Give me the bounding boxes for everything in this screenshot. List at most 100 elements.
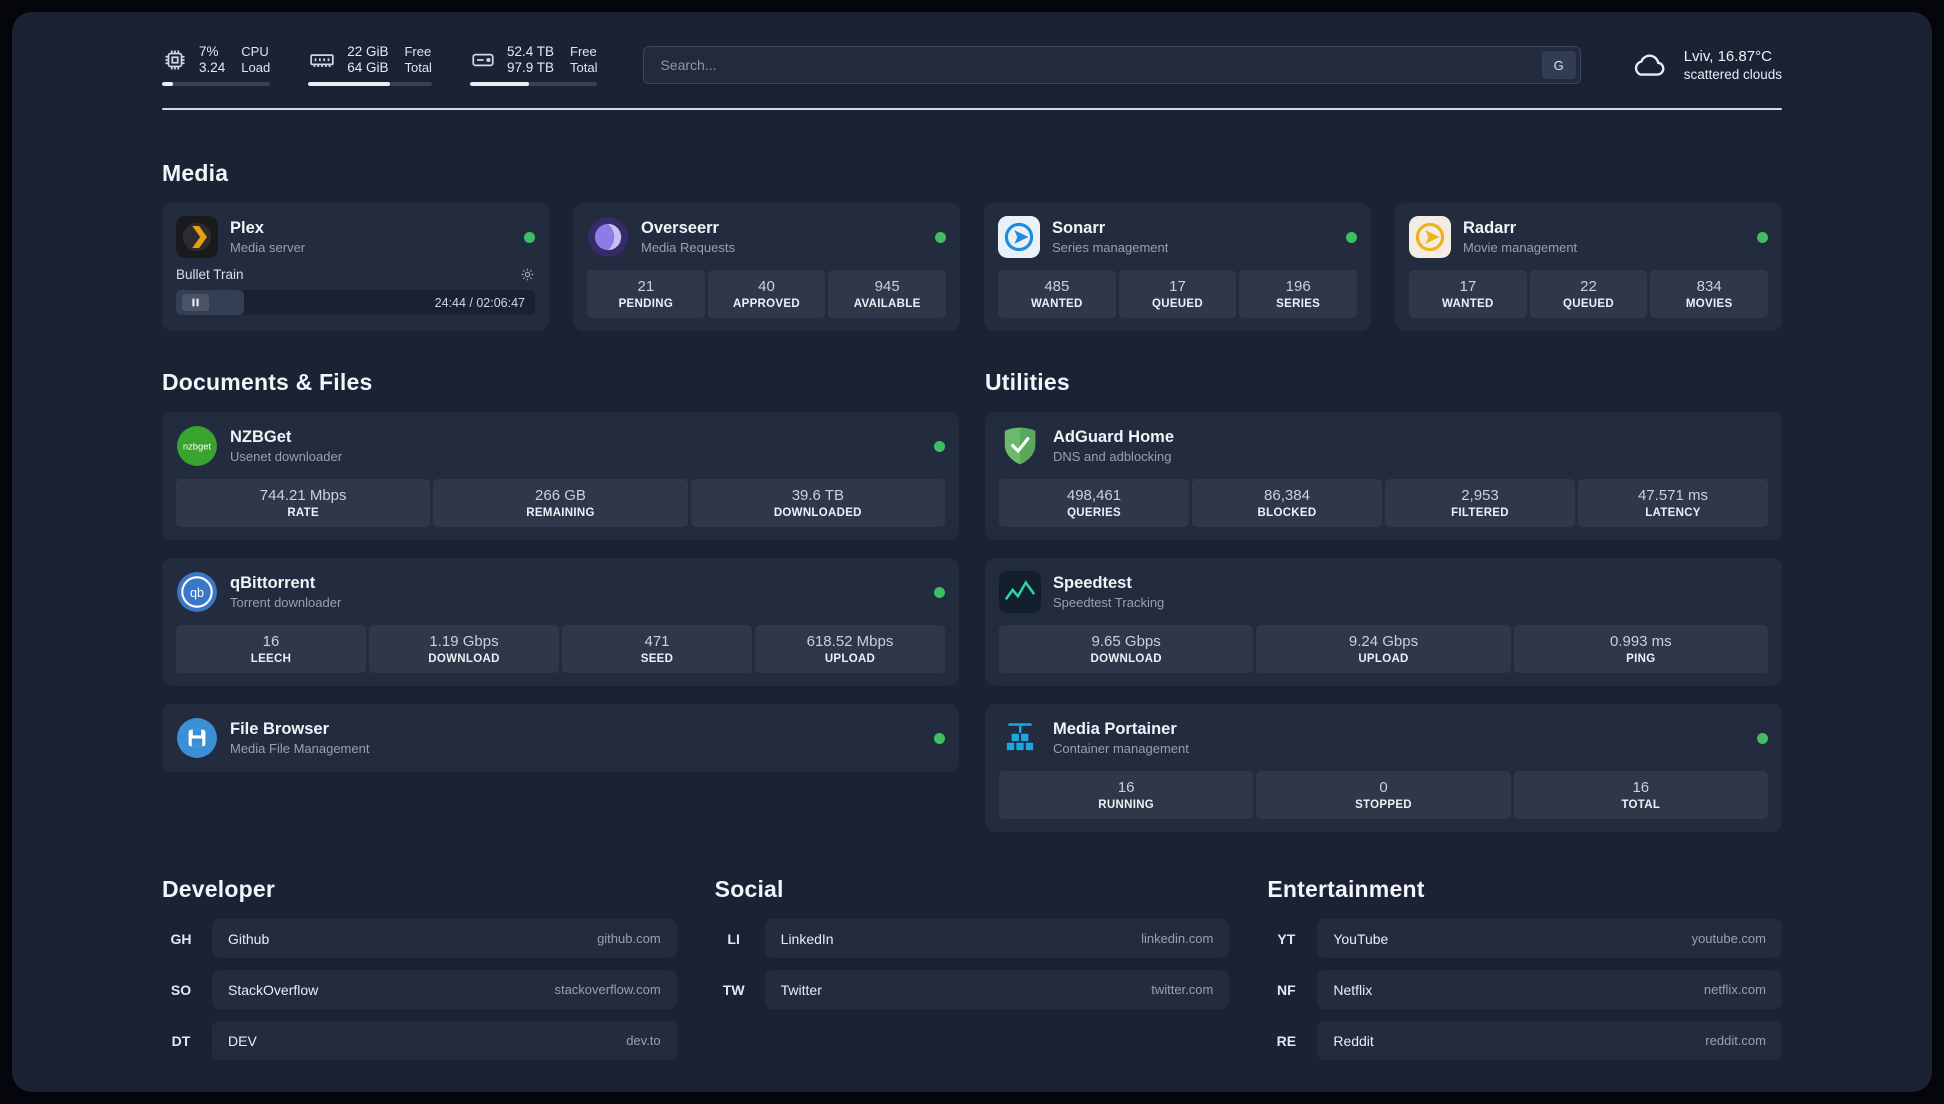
bookmark-link-reddit[interactable]: Reddit reddit.com	[1317, 1021, 1782, 1060]
radarr-card[interactable]: Radarr Movie management 17 WANTED 22 QUE…	[1395, 203, 1782, 331]
speedtest-card[interactable]: Speedtest Speedtest Tracking 9.65 Gbps D…	[985, 558, 1782, 686]
bookmark-name: Netflix	[1333, 981, 1373, 998]
disk-metric: 52.4 TB Free 97.9 TB Total	[469, 44, 598, 86]
stat-label: REMAINING	[526, 507, 595, 519]
bookmark-row-github: GH Github github.com	[162, 919, 677, 958]
section-utilities: Utilities AdGuard Home DNS and adblockin…	[985, 369, 1782, 832]
bookmarks-area: Developer GH Github github.com SO StackO…	[162, 876, 1782, 1060]
bookmark-name: Twitter	[780, 981, 822, 998]
app-subtitle: Movie management	[1463, 240, 1578, 255]
stat-value: 47.571 ms	[1637, 487, 1709, 504]
system-metrics: 7% CPU 3.24 Load 22 GiB Free 64 GiB Tota…	[162, 44, 598, 86]
app-subtitle: DNS and adblocking	[1053, 449, 1172, 464]
disk-value-1: 52.4 TB	[506, 44, 554, 59]
bookmark-abbr: NF	[1276, 981, 1296, 998]
bookmark-link-stackoverflow[interactable]: StackOverflow stackoverflow.com	[212, 970, 677, 1009]
stats-row: 9.65 Gbps DOWNLOAD 9.24 Gbps UPLOAD 0.99…	[999, 625, 1768, 673]
bookmark-abbr: GH	[170, 930, 192, 947]
qbittorrent-card[interactable]: qb qBittorrent Torrent downloader 16 LEE…	[162, 558, 959, 686]
app-subtitle: Series management	[1052, 240, 1169, 255]
overseerr-card[interactable]: Overseerr Media Requests 21 PENDING 40 A…	[573, 203, 960, 331]
stat-download: 1.19 Gbps DOWNLOAD	[369, 625, 559, 673]
stat-latency: 47.571 ms LATENCY	[1578, 479, 1768, 527]
ram-icon	[308, 47, 336, 73]
bookmark-link-twitter[interactable]: Twitter twitter.com	[764, 970, 1230, 1009]
app-subtitle: Media File Management	[230, 741, 370, 756]
search-engine-button[interactable]: G	[1541, 51, 1576, 79]
stats-row: 744.21 Mbps RATE 266 GB REMAINING 39.6 T…	[176, 479, 945, 527]
bookmark-url: dev.to	[626, 1033, 661, 1048]
player-progressbar[interactable]: 24:44 / 02:06:47	[176, 290, 535, 315]
weather-text: Lviv, 16.87°C scattered clouds	[1684, 48, 1782, 82]
file-browser-card[interactable]: File Browser Media File Management	[162, 704, 959, 772]
stat-stopped: 0 STOPPED	[1256, 771, 1511, 819]
stat-value: 266 GB	[535, 487, 586, 504]
stat-value: 16	[1632, 779, 1650, 796]
media-portainer-card[interactable]: Media Portainer Container management 16 …	[985, 704, 1782, 832]
stats-row: 498,461 QUERIES 86,384 BLOCKED 2,953 FIL…	[999, 479, 1768, 527]
bookmark-link-dev[interactable]: DEV dev.to	[212, 1021, 677, 1060]
nzbget-card[interactable]: nzbget NZBGet Usenet downloader 744.21 M…	[162, 412, 959, 540]
qbittorrent-icon: qb	[176, 571, 218, 613]
app-name: Sonarr	[1052, 219, 1106, 237]
bookmark-link-github[interactable]: Github github.com	[212, 919, 677, 958]
app-name: Media Portainer	[1053, 720, 1177, 738]
bookmark-row-dev: DT DEV dev.to	[162, 1021, 677, 1060]
app-name: AdGuard Home	[1053, 428, 1175, 446]
bookmark-name: LinkedIn	[780, 930, 834, 947]
weather-condition: scattered clouds	[1683, 67, 1782, 82]
app-subtitle: Usenet downloader	[230, 449, 343, 464]
bookmark-link-youtube[interactable]: YouTube youtube.com	[1317, 919, 1782, 958]
search-input[interactable]	[643, 46, 1581, 84]
bookmark-name: Github	[228, 930, 270, 947]
gear-icon[interactable]	[520, 267, 535, 282]
stat-download: 9.65 Gbps DOWNLOAD	[999, 625, 1254, 673]
stat-rate: 744.21 Mbps RATE	[176, 479, 431, 527]
stat-value: 9.24 Gbps	[1348, 633, 1419, 650]
plex-card[interactable]: Plex Media server Bullet Train 24:44 / 0…	[162, 203, 549, 331]
app-subtitle: Container management	[1053, 741, 1189, 756]
bookmark-url: netflix.com	[1703, 982, 1766, 997]
status-dot	[934, 586, 945, 598]
card-header: Radarr Movie management	[1409, 216, 1768, 258]
sonarr-card[interactable]: Sonarr Series management 485 WANTED 17 Q…	[984, 203, 1371, 331]
cpu-value-2: 3.24	[199, 60, 226, 75]
stat-label: AVAILABLE	[853, 298, 921, 310]
stat-running: 16 RUNNING	[999, 771, 1254, 819]
stat-value: 22	[1580, 278, 1597, 295]
card-titles: Media Portainer Container management	[1053, 720, 1189, 756]
stat-queued: 22 QUEUED	[1529, 270, 1648, 318]
radarr-icon	[1409, 216, 1451, 258]
bookmark-row-youtube: YT YouTube youtube.com	[1267, 919, 1782, 958]
stat-movies: 834 MOVIES	[1650, 270, 1768, 318]
bookmark-link-linkedin[interactable]: LinkedIn linkedin.com	[764, 919, 1230, 958]
pause-button[interactable]	[182, 294, 209, 311]
adguard-home-card[interactable]: AdGuard Home DNS and adblocking 498,461 …	[985, 412, 1782, 540]
cloud-icon	[1627, 46, 1671, 84]
now-playing: Bullet Train 24:44 / 02:06:47	[176, 267, 535, 315]
stat-label: TOTAL	[1621, 799, 1661, 811]
card-titles: Plex Media server	[230, 219, 305, 255]
stat-label: PING	[1626, 653, 1656, 665]
bookmark-link-netflix[interactable]: Netflix netflix.com	[1317, 970, 1782, 1009]
stat-remaining: 266 GB REMAINING	[433, 479, 688, 527]
cpu-icon	[162, 47, 188, 73]
bookmark-url: stackoverflow.com	[554, 982, 661, 997]
stat-series: 196 SERIES	[1239, 270, 1357, 318]
card-header: Speedtest Speedtest Tracking	[999, 571, 1768, 613]
stats-row: 21 PENDING 40 APPROVED 945 AVAILABLE	[587, 270, 946, 318]
cpu-progressbar	[162, 82, 271, 86]
cpu-metric: 7% CPU 3.24 Load	[162, 44, 271, 86]
stats-row: 485 WANTED 17 QUEUED 196 SERIES	[998, 270, 1357, 318]
card-header: Media Portainer Container management	[999, 717, 1768, 759]
status-dot	[524, 231, 535, 243]
stat-label: SERIES	[1276, 298, 1321, 310]
app-name: NZBGet	[230, 428, 292, 446]
card-titles: Radarr Movie management	[1463, 219, 1577, 255]
stats-row: 16 LEECH 1.19 Gbps DOWNLOAD 471 SEED 618…	[176, 625, 945, 673]
stat-value: 9.65 Gbps	[1091, 633, 1161, 650]
bookmark-abbr: DT	[171, 1032, 191, 1049]
stat-label: LATENCY	[1645, 507, 1701, 519]
disk-label-2: Total	[570, 60, 598, 75]
bookmark-url: github.com	[597, 931, 661, 946]
